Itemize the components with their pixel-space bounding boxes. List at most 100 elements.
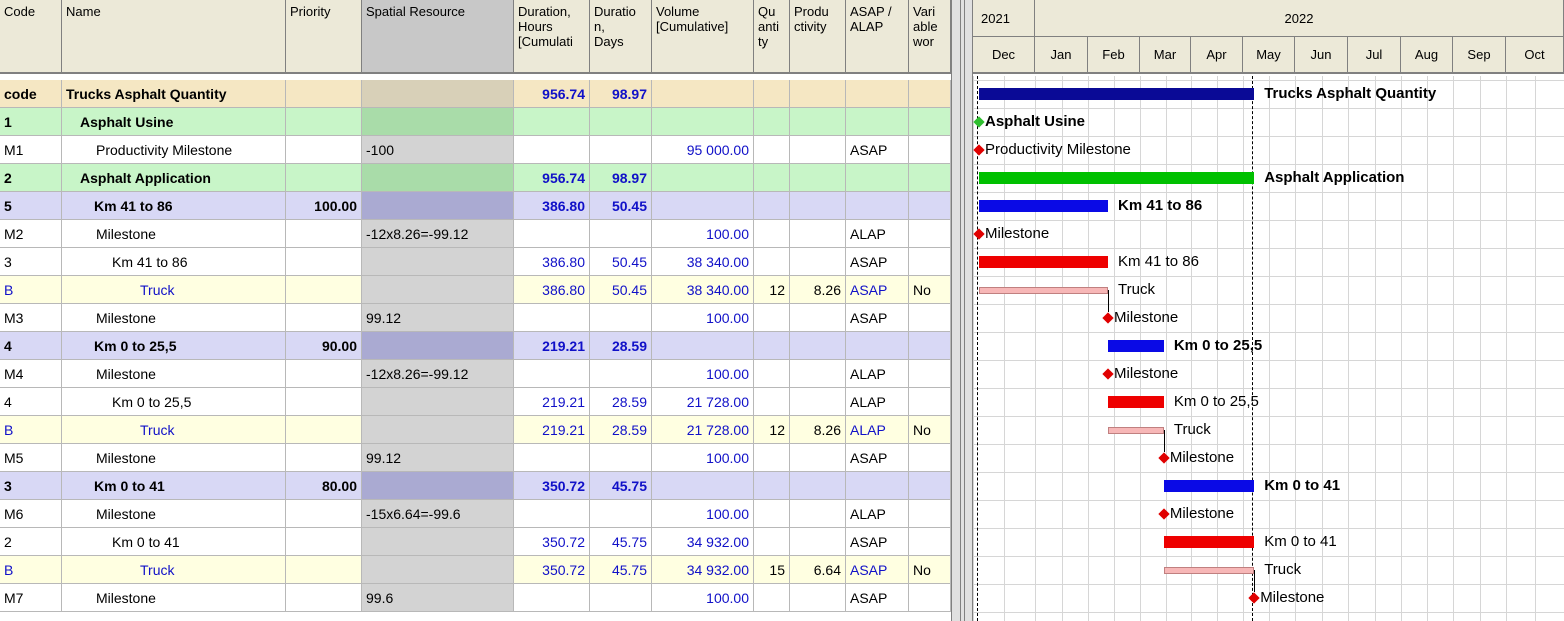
cell-code[interactable]: 4 (0, 332, 62, 360)
column-header-name[interactable]: Name (62, 0, 286, 74)
cell-asap[interactable] (846, 192, 909, 220)
cell-prod[interactable] (790, 80, 846, 108)
cell-spatial[interactable] (362, 276, 514, 304)
column-header-code[interactable]: Code (0, 0, 62, 74)
cell-priority[interactable] (286, 388, 362, 416)
cell-volume[interactable] (652, 80, 754, 108)
cell-name[interactable]: Km 0 to 41 (62, 472, 286, 500)
cell-asap[interactable]: ALAP (846, 388, 909, 416)
table-row[interactable]: M1 Productivity Milestone -100 95 000.00 ASA… (0, 136, 951, 164)
cell-hours[interactable] (514, 444, 590, 472)
cell-qty[interactable] (754, 136, 790, 164)
cell-asap[interactable] (846, 80, 909, 108)
cell-var[interactable] (909, 528, 951, 556)
cell-spatial[interactable]: -12x8.26=-99.12 (362, 220, 514, 248)
table-row[interactable]: 4 Km 0 to 25,5 219.21 28.59 21 728.00 ALAP (0, 388, 951, 416)
cell-spatial[interactable] (362, 80, 514, 108)
cell-name[interactable]: Productivity Milestone (62, 136, 286, 164)
cell-spatial[interactable]: -15x6.64=-99.6 (362, 500, 514, 528)
cell-volume[interactable]: 100.00 (652, 584, 754, 612)
table-row[interactable]: M6 Milestone -15x6.64=-99.6 100.00 ALAP (0, 500, 951, 528)
cell-code[interactable]: 2 (0, 164, 62, 192)
milestone-diamond[interactable] (973, 144, 985, 156)
cell-asap[interactable]: ALAP (846, 416, 909, 444)
cell-code[interactable]: 3 (0, 472, 62, 500)
cell-asap[interactable]: ASAP (846, 444, 909, 472)
cell-name[interactable]: Milestone (62, 220, 286, 248)
cell-var[interactable] (909, 472, 951, 500)
cell-var[interactable] (909, 444, 951, 472)
cell-volume[interactable]: 100.00 (652, 444, 754, 472)
cell-qty[interactable] (754, 220, 790, 248)
cell-priority[interactable] (286, 528, 362, 556)
cell-asap[interactable]: ASAP (846, 304, 909, 332)
cell-qty[interactable] (754, 332, 790, 360)
task-bar[interactable] (979, 256, 1109, 268)
cell-var[interactable] (909, 192, 951, 220)
cell-days[interactable]: 98.97 (590, 164, 652, 192)
cell-days[interactable] (590, 360, 652, 388)
cell-asap[interactable]: ASAP (846, 584, 909, 612)
cell-volume[interactable]: 21 728.00 (652, 416, 754, 444)
cell-volume[interactable] (652, 332, 754, 360)
table-row[interactable]: M3 Milestone 99.12 100.00 ASAP (0, 304, 951, 332)
cell-days[interactable]: 45.75 (590, 472, 652, 500)
cell-name[interactable]: Truck (62, 416, 286, 444)
cell-code[interactable]: 5 (0, 192, 62, 220)
cell-prod[interactable]: 6.64 (790, 556, 846, 584)
cell-code[interactable]: 3 (0, 248, 62, 276)
cell-days[interactable]: 50.45 (590, 248, 652, 276)
cell-days[interactable] (590, 500, 652, 528)
cell-qty[interactable] (754, 472, 790, 500)
cell-prod[interactable] (790, 444, 846, 472)
cell-qty[interactable] (754, 248, 790, 276)
cell-asap[interactable]: ASAP (846, 528, 909, 556)
cell-prod[interactable] (790, 332, 846, 360)
cell-code[interactable]: M7 (0, 584, 62, 612)
cell-code[interactable]: M6 (0, 500, 62, 528)
cell-code[interactable]: M2 (0, 220, 62, 248)
cell-spatial[interactable] (362, 472, 514, 500)
cell-code[interactable]: 1 (0, 108, 62, 136)
cell-hours[interactable]: 350.72 (514, 528, 590, 556)
table-row[interactable]: 3 Km 41 to 86 386.80 50.45 38 340.00 ASAP (0, 248, 951, 276)
cell-volume[interactable]: 21 728.00 (652, 388, 754, 416)
table-row[interactable]: code Trucks Asphalt Quantity 956.74 98.97 (0, 80, 951, 108)
cell-var[interactable] (909, 108, 951, 136)
cell-var[interactable] (909, 304, 951, 332)
cell-priority[interactable] (286, 556, 362, 584)
summary-bar[interactable] (979, 172, 1255, 184)
cell-prod[interactable] (790, 472, 846, 500)
cell-hours[interactable] (514, 584, 590, 612)
cell-var[interactable] (909, 332, 951, 360)
milestone-diamond[interactable] (1248, 592, 1260, 604)
milestone-diamond[interactable] (973, 116, 985, 128)
cell-volume[interactable] (652, 192, 754, 220)
cell-days[interactable]: 45.75 (590, 528, 652, 556)
cell-prod[interactable] (790, 164, 846, 192)
cell-code[interactable]: B (0, 276, 62, 304)
cell-hours[interactable]: 350.72 (514, 556, 590, 584)
milestone-diamond[interactable] (1158, 508, 1170, 520)
summary-bar[interactable] (979, 200, 1109, 212)
column-header-asap[interactable]: ASAP / ALAP (846, 0, 909, 74)
milestone-diamond[interactable] (973, 228, 985, 240)
cell-name[interactable]: Milestone (62, 360, 286, 388)
cell-volume[interactable]: 100.00 (652, 360, 754, 388)
cell-code[interactable]: 2 (0, 528, 62, 556)
cell-volume[interactable]: 100.00 (652, 220, 754, 248)
cell-qty[interactable]: 12 (754, 276, 790, 304)
cell-qty[interactable] (754, 444, 790, 472)
milestone-diamond[interactable] (1102, 312, 1114, 324)
cell-prod[interactable] (790, 220, 846, 248)
cell-spatial[interactable] (362, 332, 514, 360)
cell-name[interactable]: Asphalt Application (62, 164, 286, 192)
cell-name[interactable]: Truck (62, 276, 286, 304)
cell-code[interactable]: 4 (0, 388, 62, 416)
cell-hours[interactable]: 219.21 (514, 388, 590, 416)
cell-name[interactable]: Milestone (62, 304, 286, 332)
cell-days[interactable] (590, 444, 652, 472)
cell-prod[interactable]: 8.26 (790, 416, 846, 444)
cell-spatial[interactable] (362, 528, 514, 556)
cell-asap[interactable]: ALAP (846, 220, 909, 248)
